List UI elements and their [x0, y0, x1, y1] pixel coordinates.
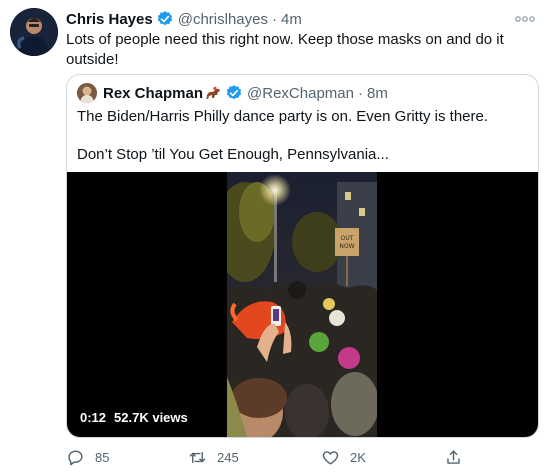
sign-text-2: NOW: [339, 243, 354, 250]
reply-icon: [68, 449, 83, 465]
quoted-tweet-time: 8m: [366, 84, 388, 102]
quoted-tweet-line-2: Don’t Stop ’til You Get Enough, Pennsylv…: [77, 146, 389, 163]
video-player[interactable]: OUT NOW 0:12 52.7K views: [67, 172, 538, 437]
retweet-icon: [189, 451, 206, 463]
retweet-button[interactable]: 245: [188, 447, 239, 467]
like-icon: [322, 450, 339, 465]
share-icon: [447, 449, 460, 464]
author-avatar[interactable]: [10, 8, 58, 56]
more-icon[interactable]: [512, 12, 538, 26]
author-name[interactable]: Chris Hayes: [66, 11, 153, 28]
video-duration: 0:12: [80, 410, 107, 425]
quoted-tweet[interactable]: Rex Chapman @RexChapman · 8m The Biden/H…: [66, 74, 539, 438]
quoted-author-name: Rex Chapman: [103, 84, 204, 102]
sign-text: OUT: [341, 235, 354, 242]
quoted-author-handle: @RexChapman: [247, 84, 354, 102]
reply-count: 85: [95, 449, 110, 465]
video-views: 52.7K views: [114, 410, 188, 425]
quoted-tweet-line-1: The Biden/Harris Philly dance party is o…: [77, 108, 489, 125]
reply-button[interactable]: 85: [66, 447, 109, 467]
retweet-count: 245: [217, 449, 239, 465]
tweet-text: Lots of people need this right now. Keep…: [66, 31, 504, 68]
video-meta: 0:12 52.7K views: [80, 410, 188, 425]
like-count: 2K: [350, 449, 366, 465]
separator: ·: [271, 10, 277, 28]
quoted-tweet-header: Rex Chapman @RexChapman · 8m: [77, 83, 388, 103]
tweet-actions: 85 245 2K: [66, 447, 466, 467]
share-button[interactable]: [444, 447, 473, 467]
author-handle[interactable]: @chrislhayes: [178, 11, 268, 28]
quoted-tweet-text: The Biden/Harris Philly dance party is o…: [77, 107, 527, 165]
video-frame: OUT NOW: [227, 172, 377, 437]
horse-racing-icon: [206, 86, 222, 100]
verified-icon: [156, 10, 174, 28]
like-button[interactable]: 2K: [321, 447, 366, 467]
separator: ·: [357, 84, 363, 102]
verified-icon: [225, 84, 243, 102]
tweet-time[interactable]: 4m: [281, 11, 302, 28]
quoted-author-avatar: [77, 83, 97, 103]
tweet-header: Chris Hayes @chrislhayes · 4m: [66, 9, 302, 29]
